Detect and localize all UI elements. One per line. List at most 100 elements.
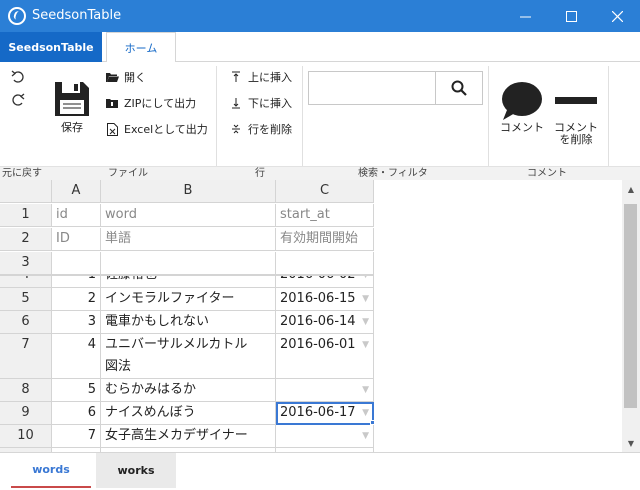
row-header[interactable]: 9 — [0, 402, 52, 425]
grid-cell[interactable]: 有効期間開始 — [276, 228, 374, 251]
title-bar: SeedsonTable — [0, 0, 640, 32]
grid-cell[interactable]: 2016-06-01 ▼ — [276, 334, 374, 379]
tab-home[interactable]: ホーム — [106, 32, 176, 63]
close-button[interactable] — [594, 0, 640, 32]
export-excel-label: Excelとして出力 — [124, 123, 208, 136]
insert-row-below-button[interactable]: 下に挿入 — [228, 94, 292, 112]
group-label-search: 検索・フィルタ — [358, 168, 428, 179]
ribbon-divider — [608, 66, 609, 178]
grid-cell[interactable] — [52, 252, 101, 275]
archive-icon — [104, 95, 120, 111]
open-label: 開く — [124, 71, 146, 84]
save-button[interactable]: 保存 — [50, 80, 94, 140]
window-title: SeedsonTable — [32, 8, 122, 23]
add-comment-button[interactable]: コメント — [496, 80, 548, 140]
row-header[interactable]: 1 — [0, 204, 52, 227]
column-header-a[interactable]: A — [52, 180, 101, 203]
folder-open-icon — [104, 69, 120, 85]
grid-cell[interactable]: id — [52, 204, 101, 227]
insert-row-below-label: 下に挿入 — [248, 97, 292, 110]
scrollbar-thumb[interactable] — [624, 204, 637, 408]
minus-icon — [555, 97, 597, 104]
grid-cell[interactable]: 女子高生メカデザイナー — [101, 425, 276, 448]
grid-cell[interactable]: 7 — [52, 425, 101, 448]
cell-value: 2016-06-01 — [280, 337, 356, 352]
row-header[interactable]: 6 — [0, 311, 52, 334]
column-header-b[interactable]: B — [101, 180, 276, 203]
grid-cell[interactable]: 5 — [52, 379, 101, 402]
dropdown-arrow-icon[interactable]: ▼ — [362, 311, 369, 333]
grid-cell[interactable]: 2 — [52, 288, 101, 311]
save-label: 保存 — [61, 121, 83, 134]
undo-button[interactable] — [10, 69, 28, 85]
insert-row-above-button[interactable]: 上に挿入 — [228, 68, 292, 86]
maximize-button[interactable] — [548, 0, 594, 32]
cell-value-line-2: 図法 — [105, 359, 132, 374]
grid-cell[interactable]: 2016-06-15 ▼ — [276, 288, 374, 311]
row-header[interactable]: 8 — [0, 379, 52, 402]
grid-cell[interactable]: start_at — [276, 204, 374, 227]
grid-cell[interactable]: ユニバーサルメルカトル 図法 — [101, 334, 276, 379]
grid-cell[interactable]: むらかみはるか — [101, 379, 276, 402]
tab-app-menu[interactable]: SeedsonTable — [0, 32, 102, 62]
row-header[interactable]: 10 — [0, 425, 52, 448]
open-button[interactable]: 開く — [104, 68, 146, 86]
dropdown-arrow-icon[interactable]: ▼ — [362, 379, 369, 401]
grid-cell[interactable]: ID — [52, 228, 101, 251]
grid-cell[interactable] — [276, 252, 374, 275]
grid-cell[interactable]: 6 — [52, 402, 101, 425]
grid-cell[interactable]: ▼ — [276, 425, 374, 448]
export-excel-button[interactable]: Excelとして出力 — [104, 120, 208, 138]
grid-cell[interactable]: 単語 — [101, 228, 276, 251]
row-header[interactable]: 2 — [0, 228, 52, 251]
app-logo-icon — [8, 7, 26, 25]
sheet-tab-words[interactable]: words — [11, 453, 91, 488]
grid-cell[interactable]: 4 — [52, 334, 101, 379]
dropdown-arrow-icon[interactable]: ▼ — [362, 402, 369, 424]
cell-value: 2016-06-17 — [280, 405, 356, 420]
grid-cell[interactable]: 3 — [52, 311, 101, 334]
row-header[interactable]: 7 — [0, 334, 52, 379]
cell-value: 2016-06-14 — [280, 314, 356, 329]
export-zip-button[interactable]: ZIPにして出力 — [104, 94, 196, 112]
grid-cell[interactable]: インモラルファイター — [101, 288, 276, 311]
insert-above-icon — [228, 69, 244, 85]
excel-file-icon — [104, 121, 120, 137]
dropdown-arrow-icon[interactable]: ▼ — [362, 334, 369, 356]
search-button[interactable] — [435, 72, 482, 104]
cell-value: 2016-06-15 — [280, 291, 356, 306]
delete-row-button[interactable]: 行を削除 — [228, 120, 292, 138]
redo-button[interactable] — [10, 92, 28, 108]
delete-comment-button[interactable]: コメント を削除 — [550, 80, 602, 148]
scroll-down-arrow-icon[interactable]: ▼ — [622, 436, 640, 450]
ribbon-divider — [302, 66, 303, 178]
ribbon-divider — [488, 66, 489, 178]
dropdown-arrow-icon[interactable]: ▼ — [362, 288, 369, 310]
grid-cell[interactable] — [101, 252, 276, 275]
corner-cell[interactable] — [0, 180, 52, 203]
grid-cell[interactable]: word — [101, 204, 276, 227]
row-header[interactable]: 5 — [0, 288, 52, 311]
spreadsheet-grid: A B C 1 id word start_at 2 ID 単語 有効期間開始 … — [0, 180, 640, 452]
row-header[interactable]: 3 — [0, 252, 52, 275]
search-icon — [451, 80, 467, 96]
insert-below-icon — [228, 95, 244, 111]
grid-cell[interactable]: ▼ — [276, 379, 374, 402]
insert-row-above-label: 上に挿入 — [248, 71, 292, 84]
search-input[interactable] — [309, 72, 435, 104]
undo-icon — [11, 70, 24, 83]
minimize-button[interactable] — [502, 0, 548, 32]
dropdown-arrow-icon[interactable]: ▼ — [362, 425, 369, 447]
selected-grid-cell[interactable]: 2016-06-17 ▼ — [276, 402, 374, 425]
floppy-disk-icon — [55, 82, 89, 116]
grid-cell[interactable]: 電車かもしれない — [101, 311, 276, 334]
sheet-tab-bar: words works — [0, 452, 640, 490]
grid-cell[interactable]: ナイスめんぼう — [101, 402, 276, 425]
grid-cell[interactable]: 2016-06-14 ▼ — [276, 311, 374, 334]
scroll-up-arrow-icon[interactable]: ▲ — [622, 182, 640, 196]
redo-icon — [12, 93, 25, 106]
delete-row-label: 行を削除 — [248, 123, 292, 136]
sheet-tab-works[interactable]: works — [96, 453, 176, 488]
column-header-c[interactable]: C — [276, 180, 374, 203]
vertical-scrollbar[interactable]: ▲ ▼ — [622, 180, 640, 452]
